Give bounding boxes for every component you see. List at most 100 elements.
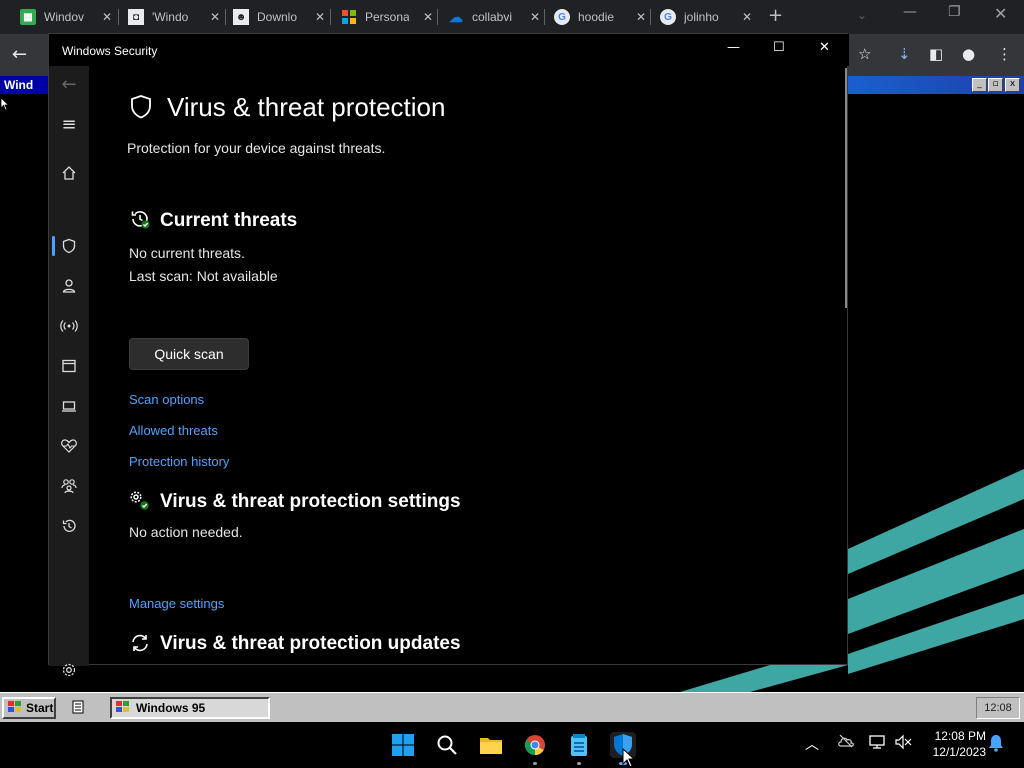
close-icon[interactable]: ✕ bbox=[315, 10, 325, 24]
history-icon[interactable] bbox=[49, 512, 89, 540]
file-explorer-icon[interactable] bbox=[478, 732, 504, 758]
tab-4[interactable]: ☁ collabvi ✕ bbox=[448, 6, 540, 28]
google-icon: G bbox=[554, 9, 570, 25]
windows-flag-icon bbox=[116, 700, 130, 716]
last-scan-text: Last scan: Not available bbox=[129, 268, 278, 284]
wallpaper-stripe bbox=[680, 665, 848, 692]
vm-window-title: Wind bbox=[0, 76, 48, 94]
tab-2[interactable]: ☻ Downlo ✕ bbox=[233, 6, 325, 28]
shield-icon[interactable] bbox=[49, 232, 89, 260]
close-icon[interactable]: ✕ bbox=[636, 10, 646, 24]
settings-icon[interactable] bbox=[49, 656, 89, 684]
quick-scan-button[interactable]: Quick scan bbox=[129, 338, 249, 370]
current-threats-heading: Current threats bbox=[160, 210, 298, 231]
cloud-icon: ☁ bbox=[449, 8, 463, 25]
minimize-icon[interactable]: — bbox=[727, 40, 740, 55]
taskbar-app-windows95[interactable]: Windows 95 bbox=[110, 697, 270, 719]
start-button[interactable]: Start bbox=[2, 697, 56, 719]
windows-start-icon[interactable] bbox=[390, 732, 416, 758]
maximize-icon[interactable]: ☐ bbox=[773, 40, 785, 55]
security-content: Virus & threat protection Protection for… bbox=[89, 66, 849, 666]
desktop-wallpaper bbox=[848, 469, 1024, 674]
tab-title: jolinho bbox=[684, 10, 719, 24]
close-window-icon[interactable]: ✕ bbox=[994, 4, 1007, 23]
notepad-icon[interactable] bbox=[566, 732, 592, 758]
notification-bell-icon[interactable] bbox=[988, 734, 1004, 756]
volume-muted-icon[interactable] bbox=[894, 734, 912, 754]
vm-minimize-icon[interactable]: _ bbox=[972, 78, 987, 92]
page-icon: ◘ bbox=[128, 9, 144, 25]
browser-tab-strip: ▦ Windov ✕ ◘ 'Windo ✕ ☻ Downlo ✕ Persona… bbox=[0, 0, 1024, 34]
vm-maximize-icon[interactable]: ▫ bbox=[988, 78, 1003, 92]
tab-search-icon[interactable]: ⌄ bbox=[857, 8, 867, 22]
restore-icon[interactable]: ❐ bbox=[948, 4, 961, 20]
minimize-icon[interactable]: — bbox=[903, 4, 917, 20]
windows-flag-icon bbox=[8, 700, 22, 716]
settings-heading: Virus & threat protection settings bbox=[160, 491, 461, 512]
page-title: Virus & threat protection bbox=[167, 92, 446, 122]
onedrive-icon[interactable] bbox=[837, 734, 855, 752]
taskbar-app-label: Windows 95 bbox=[136, 701, 206, 715]
window-title: Windows Security bbox=[62, 44, 158, 58]
account-icon[interactable] bbox=[49, 272, 89, 300]
firewall-icon[interactable] bbox=[49, 312, 89, 340]
chrome-icon[interactable] bbox=[522, 732, 548, 758]
running-indicator bbox=[533, 762, 537, 765]
microsoft-icon bbox=[341, 9, 357, 25]
tab-1[interactable]: ◘ 'Windo ✕ bbox=[128, 6, 220, 28]
sheet-icon: ▦ bbox=[20, 9, 36, 25]
bookmark-star-icon[interactable]: ☆ bbox=[858, 45, 871, 63]
mouse-cursor-icon bbox=[622, 747, 636, 768]
tab-separator bbox=[437, 9, 438, 25]
home-icon[interactable] bbox=[49, 159, 89, 187]
system-clock[interactable]: 12:08 PM 12/1/2023 bbox=[922, 728, 986, 760]
tab-separator bbox=[225, 9, 226, 25]
family-icon[interactable] bbox=[49, 472, 89, 500]
protection-history-link[interactable]: Protection history bbox=[129, 454, 229, 469]
notepad-quicklaunch-icon[interactable] bbox=[70, 699, 88, 717]
allowed-threats-link[interactable]: Allowed threats bbox=[129, 423, 218, 438]
tab-separator bbox=[650, 9, 651, 25]
window-title-bar: Windows Security — ☐ ✕ bbox=[49, 34, 849, 66]
health-icon[interactable] bbox=[49, 432, 89, 460]
tab-3[interactable]: Persona ✕ bbox=[341, 6, 433, 28]
new-tab-button[interactable]: + bbox=[768, 5, 783, 26]
close-icon[interactable]: ✕ bbox=[742, 10, 752, 24]
back-arrow-icon[interactable]: ← bbox=[12, 44, 27, 65]
tab-0[interactable]: ▦ Windov ✕ bbox=[20, 6, 112, 28]
settings-status: No action needed. bbox=[129, 524, 243, 540]
tab-5[interactable]: G hoodie ✕ bbox=[554, 6, 646, 28]
tab-title: Windov bbox=[44, 10, 85, 24]
tab-6[interactable]: G jolinho ✕ bbox=[660, 6, 752, 28]
close-icon[interactable]: ✕ bbox=[530, 10, 540, 24]
network-icon[interactable] bbox=[868, 734, 886, 754]
download-icon[interactable]: ⇣ bbox=[898, 45, 911, 63]
manage-settings-link[interactable]: Manage settings bbox=[129, 596, 224, 611]
close-icon[interactable]: ✕ bbox=[819, 40, 830, 55]
tab-separator bbox=[544, 9, 545, 25]
profile-icon[interactable]: ● bbox=[962, 45, 975, 63]
tab-separator bbox=[118, 9, 119, 25]
search-icon[interactable] bbox=[434, 732, 460, 758]
host-taskbar: ︿ 12:08 PM 12/1/2023 bbox=[0, 722, 1024, 768]
menu-kebab-icon[interactable]: ⋮ bbox=[997, 45, 1012, 63]
app-browser-icon[interactable] bbox=[49, 352, 89, 380]
clock-time: 12:08 PM bbox=[934, 729, 986, 743]
vm-close-icon[interactable]: x bbox=[1005, 78, 1020, 92]
back-arrow-icon[interactable]: ← bbox=[49, 70, 89, 98]
close-icon[interactable]: ✕ bbox=[210, 10, 220, 24]
update-sync-icon bbox=[129, 632, 151, 658]
tab-title: 'Windo bbox=[152, 10, 189, 24]
close-icon[interactable]: ✕ bbox=[423, 10, 433, 24]
close-icon[interactable]: ✕ bbox=[102, 10, 112, 24]
security-nav: ← ≡ bbox=[49, 66, 89, 677]
start-label: Start bbox=[26, 701, 54, 715]
chevron-up-icon[interactable]: ︿ bbox=[805, 734, 819, 754]
hamburger-menu-icon[interactable]: ≡ bbox=[49, 110, 89, 138]
device-security-icon[interactable] bbox=[49, 392, 89, 420]
desktop-cursor-icon bbox=[0, 96, 10, 115]
scan-options-link[interactable]: Scan options bbox=[129, 392, 204, 407]
side-panel-icon[interactable]: ◧ bbox=[929, 45, 943, 63]
google-icon: G bbox=[660, 9, 676, 25]
updates-heading: Virus & threat protection updates bbox=[160, 633, 461, 654]
